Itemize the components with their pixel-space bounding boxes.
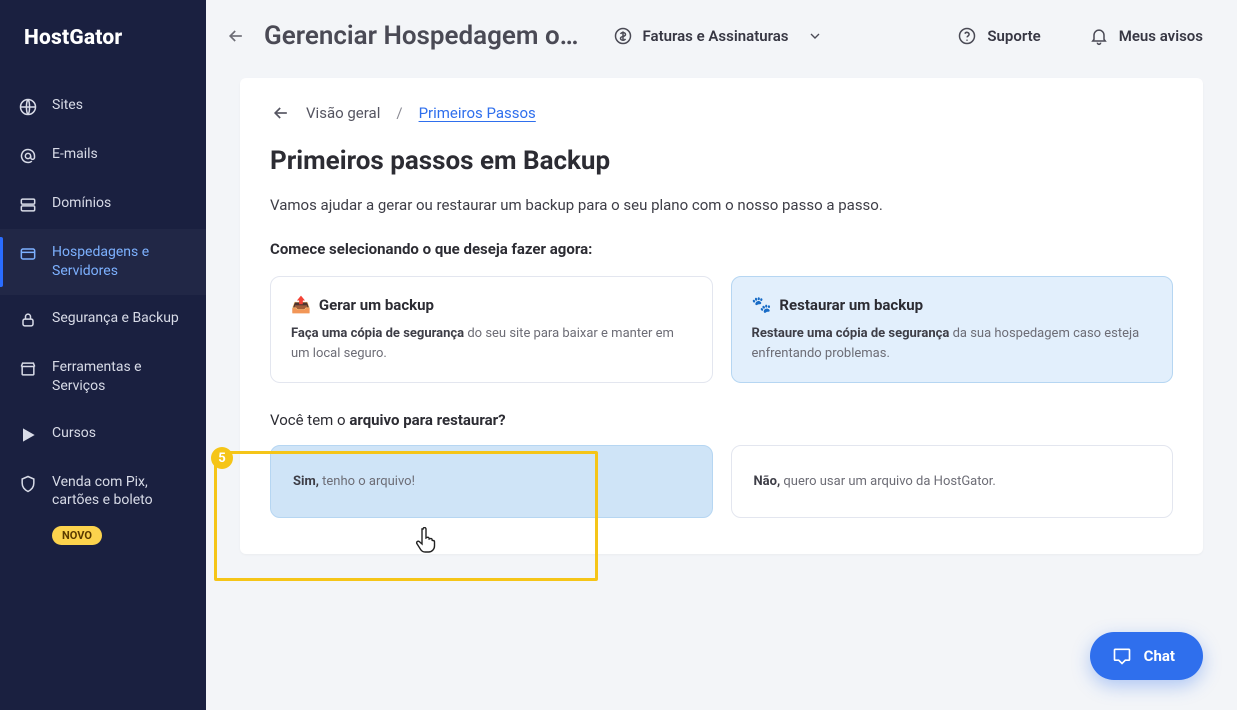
topbar-support[interactable]: Suporte: [951, 18, 1046, 54]
layers-icon: [18, 244, 38, 264]
novo-badge: NOVO: [52, 526, 102, 545]
sidebar-item-emails[interactable]: E-mails: [0, 131, 206, 180]
option-title: Gerar um backup: [319, 296, 434, 314]
page-intro: Vamos ajudar a gerar ou restaurar um bac…: [270, 196, 1173, 214]
option-title: Restaurar um backup: [779, 296, 923, 314]
sidebar-item-dominios[interactable]: Domínios: [0, 180, 206, 229]
answer-no[interactable]: Não, quero usar um arquivo da HostGator.: [731, 445, 1174, 518]
server-icon: [18, 195, 38, 215]
chevron-down-icon: [805, 26, 825, 46]
breadcrumb-current[interactable]: Primeiros Passos: [419, 104, 536, 122]
topbar-invoices-label: Faturas e Assinaturas: [643, 27, 789, 45]
topbar-title: Gerenciar Hospedagem o…: [264, 21, 579, 51]
topbar-support-label: Suporte: [987, 27, 1040, 45]
sidebar-item-venda[interactable]: Venda com Pix, cartões e boleto: [0, 459, 206, 525]
bell-icon: [1089, 26, 1109, 46]
sidebar-item-label: Domínios: [52, 194, 188, 213]
sidebar: HostGator Sites E-mails Domínios Hospeda…: [0, 0, 206, 710]
sidebar-nav: Sites E-mails Domínios Hospedagens e Ser…: [0, 82, 206, 555]
store-icon: [18, 359, 38, 379]
sidebar-item-seguranca[interactable]: Segurança e Backup: [0, 295, 206, 344]
shield-icon: [18, 474, 38, 494]
sidebar-item-sites[interactable]: Sites: [0, 82, 206, 131]
sidebar-item-label: Sites: [52, 96, 188, 115]
topbar-notices[interactable]: Meus avisos: [1083, 18, 1209, 54]
option-restore-backup[interactable]: 🐾 Restaurar um backup Restaure uma cópia…: [731, 276, 1174, 383]
sidebar-item-hospedagens[interactable]: Hospedagens e Servidores: [0, 229, 206, 295]
breadcrumb-sep: /: [396, 104, 402, 122]
chat-icon: [1112, 646, 1132, 666]
sidebar-item-cursos[interactable]: Cursos: [0, 410, 206, 459]
globe-icon: [18, 97, 38, 117]
help-icon: [957, 26, 977, 46]
question-has-file: Você tem o arquivo para restaurar?: [270, 411, 1173, 429]
sidebar-item-label: E-mails: [52, 145, 188, 164]
at-icon: [18, 146, 38, 166]
option-row: 📤 Gerar um backup Faça uma cópia de segu…: [270, 276, 1173, 383]
breadcrumb-root[interactable]: Visão geral: [306, 104, 380, 122]
content-card: Visão geral / Primeiros Passos Primeiros…: [240, 78, 1203, 554]
page-subhead: Comece selecionando o que deseja fazer a…: [270, 240, 1173, 258]
upload-emoji-icon: 📤: [291, 295, 311, 314]
sidebar-item-label: Segurança e Backup: [52, 309, 188, 328]
topbar-notices-label: Meus avisos: [1119, 27, 1203, 45]
currency-icon: [613, 26, 633, 46]
option-body: Restaure uma cópia de segurança da sua h…: [752, 324, 1153, 364]
sidebar-item-label: Cursos: [52, 424, 188, 443]
lock-icon: [18, 310, 38, 330]
answer-yes[interactable]: Sim, tenho o arquivo!: [270, 445, 713, 518]
option-generate-backup[interactable]: 📤 Gerar um backup Faça uma cópia de segu…: [270, 276, 713, 383]
answer-row: Sim, tenho o arquivo! Não, quero usar um…: [270, 445, 1173, 518]
sidebar-item-label: Hospedagens e Servidores: [52, 243, 188, 281]
topbar-back-button[interactable]: [220, 20, 252, 52]
chat-label: Chat: [1144, 647, 1175, 665]
breadcrumb: Visão geral / Primeiros Passos: [270, 102, 1173, 124]
restore-emoji-icon: 🐾: [752, 295, 772, 314]
option-body: Faça uma cópia de segurança do seu site …: [291, 324, 692, 364]
breadcrumb-back-button[interactable]: [270, 102, 292, 124]
play-icon: [18, 425, 38, 445]
sidebar-item-ferramentas[interactable]: Ferramentas e Serviços: [0, 344, 206, 410]
highlight-number: 5: [211, 447, 233, 469]
brand-logo: HostGator: [0, 18, 206, 82]
sidebar-item-label: Ferramentas e Serviços: [52, 358, 188, 396]
topbar: Gerenciar Hospedagem o… Faturas e Assina…: [206, 0, 1237, 72]
sidebar-item-label: Venda com Pix, cartões e boleto: [52, 473, 188, 511]
chat-button[interactable]: Chat: [1090, 632, 1203, 680]
page-title: Primeiros passos em Backup: [270, 146, 1173, 176]
topbar-invoices[interactable]: Faturas e Assinaturas: [607, 18, 831, 54]
